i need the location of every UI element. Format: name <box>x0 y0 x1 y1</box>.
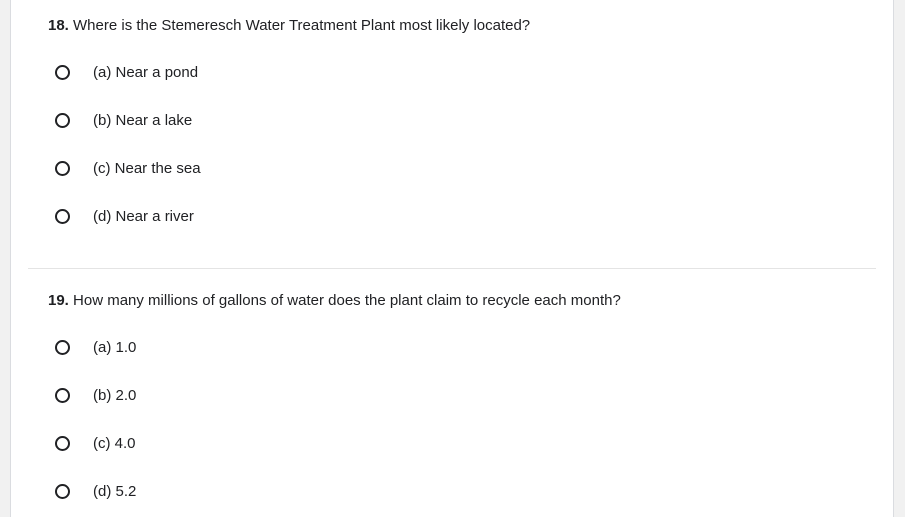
q19-option-a[interactable]: (a) 1.0 <box>55 335 136 359</box>
option-label: (b) Near a lake <box>93 111 193 129</box>
q18-option-b[interactable]: (b) Near a lake <box>55 108 192 132</box>
radio-button-icon[interactable] <box>55 435 70 451</box>
q18-option-a[interactable]: (a) Near a pond <box>55 60 198 84</box>
q19-option-c[interactable]: (c) 4.0 <box>55 431 136 455</box>
q18-option-c[interactable]: (c) Near the sea <box>55 156 201 180</box>
question-divider <box>28 268 876 269</box>
question-19-text: 19. How many millions of gallons of wate… <box>48 292 621 309</box>
radio-button-icon[interactable] <box>55 160 70 176</box>
quiz-card: 18. Where is the Stemeresch Water Treatm… <box>10 0 894 517</box>
question-number: 19. <box>48 292 69 309</box>
question-prompt: Where is the Stemeresch Water Treatment … <box>68 17 531 34</box>
question-prompt: How many millions of gallons of water do… <box>68 292 621 309</box>
q19-option-d[interactable]: (d) 5.2 <box>55 479 136 503</box>
option-label: (b) 2.0 <box>93 386 137 404</box>
option-label: (a) Near a pond <box>93 63 199 81</box>
question-18-text: 18. Where is the Stemeresch Water Treatm… <box>48 17 530 34</box>
q18-option-d[interactable]: (d) Near a river <box>55 204 194 228</box>
option-label: (a) 1.0 <box>93 338 137 356</box>
question-number: 18. <box>48 17 69 34</box>
option-label: (c) Near the sea <box>93 159 201 177</box>
radio-button-icon[interactable] <box>55 64 70 80</box>
radio-button-icon[interactable] <box>55 483 70 499</box>
radio-button-icon[interactable] <box>55 339 70 355</box>
radio-button-icon[interactable] <box>55 208 70 224</box>
radio-button-icon[interactable] <box>55 387 70 403</box>
option-label: (c) 4.0 <box>93 434 136 452</box>
q19-option-b[interactable]: (b) 2.0 <box>55 383 136 407</box>
option-label: (d) Near a river <box>93 207 194 225</box>
radio-button-icon[interactable] <box>55 112 70 128</box>
option-label: (d) 5.2 <box>93 482 137 500</box>
